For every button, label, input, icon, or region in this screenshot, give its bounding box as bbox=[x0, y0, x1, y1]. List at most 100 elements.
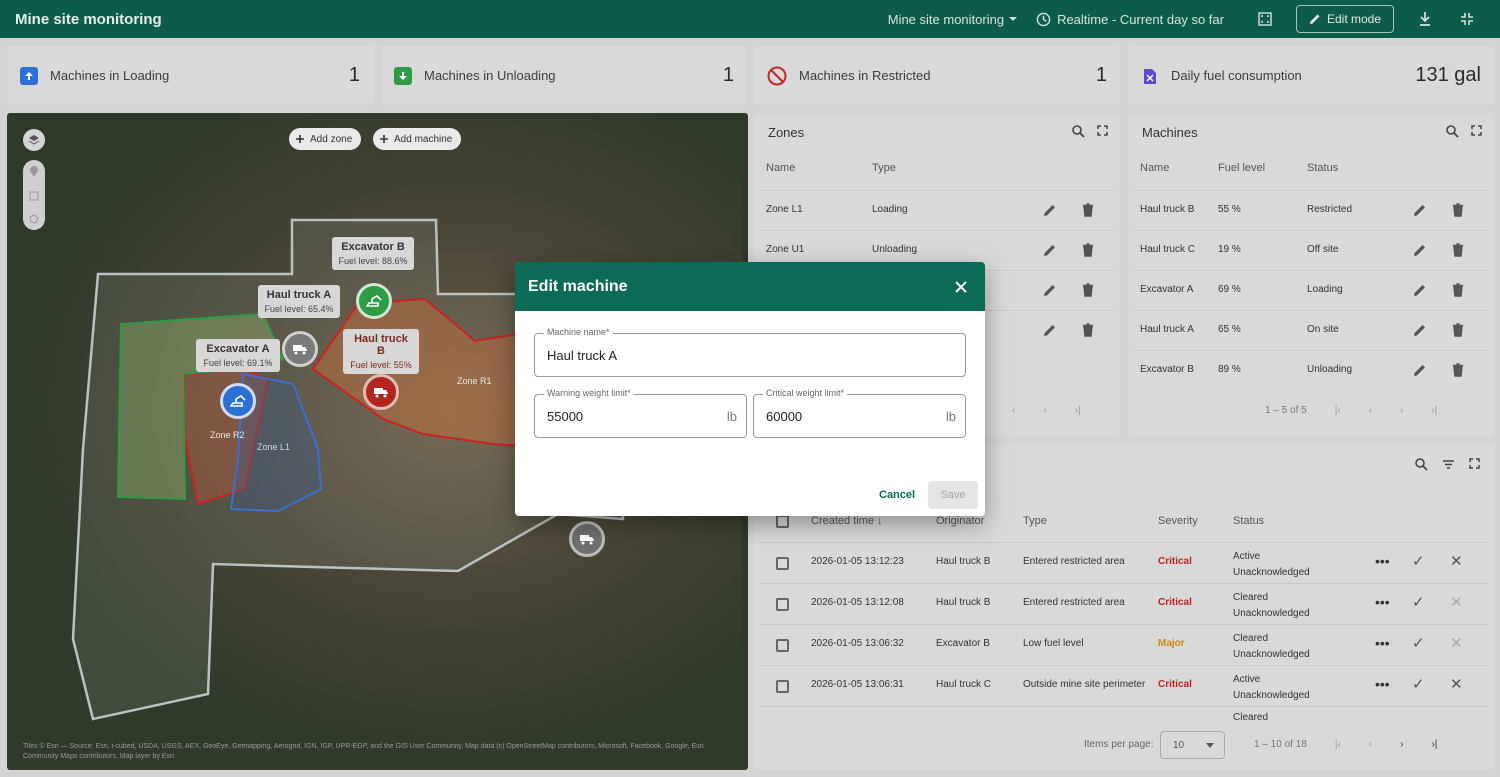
column-header[interactable]: Type bbox=[1023, 515, 1047, 527]
more-icon[interactable]: ••• bbox=[1375, 553, 1390, 569]
row-checkbox[interactable] bbox=[776, 598, 789, 611]
delete-icon[interactable] bbox=[1451, 243, 1465, 257]
edit-icon[interactable] bbox=[1413, 323, 1427, 337]
last-page-icon[interactable]: ›| bbox=[1075, 405, 1081, 416]
polygon-icon[interactable] bbox=[29, 214, 39, 224]
rectangle-icon[interactable] bbox=[29, 191, 39, 201]
download-button[interactable] bbox=[1410, 4, 1440, 34]
close-icon[interactable]: ✕ bbox=[1450, 552, 1463, 570]
warning-weight-field[interactable]: Warning weight limit* 55000 lb bbox=[534, 388, 747, 438]
alarm-row[interactable]: 2026-01-05 13:12:08 Haul truck B Entered… bbox=[760, 583, 1488, 624]
check-icon[interactable]: ✓ bbox=[1412, 634, 1425, 652]
table-row[interactable]: Excavator B 89 % Unloading bbox=[1134, 350, 1488, 390]
edit-icon[interactable] bbox=[1043, 323, 1057, 337]
select-all-checkbox[interactable] bbox=[776, 515, 789, 528]
alarm-row[interactable]: 2026-01-05 13:06:31 Haul truck C Outside… bbox=[760, 665, 1488, 706]
critical-weight-field[interactable]: Critical weight limit* 60000 lb bbox=[753, 388, 966, 438]
delete-icon[interactable] bbox=[1081, 203, 1095, 217]
delete-icon[interactable] bbox=[1451, 363, 1465, 377]
edit-icon[interactable] bbox=[1043, 243, 1057, 257]
fit-screen-icon bbox=[1258, 12, 1272, 26]
last-page-icon[interactable]: ›| bbox=[1431, 405, 1437, 416]
table-row[interactable]: Excavator A 69 % Loading bbox=[1134, 270, 1488, 310]
next-page-icon[interactable]: › bbox=[1043, 405, 1046, 416]
fullscreen-icon[interactable] bbox=[1471, 125, 1482, 136]
delete-icon[interactable] bbox=[1081, 243, 1095, 257]
next-page-icon[interactable]: › bbox=[1400, 739, 1403, 750]
search-icon[interactable] bbox=[1415, 458, 1428, 471]
close-button[interactable] bbox=[950, 276, 972, 298]
truck-pin[interactable] bbox=[569, 521, 605, 557]
check-icon[interactable]: ✓ bbox=[1412, 593, 1425, 611]
first-page-icon[interactable]: |‹ bbox=[1335, 739, 1341, 750]
search-icon[interactable] bbox=[1446, 125, 1459, 138]
column-header[interactable]: Status bbox=[1307, 162, 1338, 174]
alarm-row[interactable]: Cleared bbox=[760, 706, 1488, 726]
delete-icon[interactable] bbox=[1081, 323, 1095, 337]
column-header[interactable]: Status bbox=[1233, 515, 1264, 527]
fullscreen-exit-button[interactable] bbox=[1452, 4, 1482, 34]
column-header[interactable]: Name bbox=[766, 162, 795, 174]
truck-pin[interactable] bbox=[363, 374, 399, 410]
table-row[interactable]: Haul truck C 19 % Off site bbox=[1134, 230, 1488, 270]
delete-icon[interactable] bbox=[1451, 283, 1465, 297]
delete-icon[interactable] bbox=[1451, 323, 1465, 337]
row-checkbox[interactable] bbox=[776, 557, 789, 570]
table-row[interactable]: Haul truck A 65 % On site bbox=[1134, 310, 1488, 350]
time-window-button[interactable]: Realtime - Current day so far bbox=[1036, 12, 1224, 27]
add-zone-button[interactable]: Add zone bbox=[289, 128, 362, 150]
column-header[interactable]: Originator bbox=[936, 515, 984, 527]
items-per-page-select[interactable]: 10 bbox=[1160, 731, 1225, 759]
edit-icon[interactable] bbox=[1413, 363, 1427, 377]
delete-icon[interactable] bbox=[1081, 283, 1095, 297]
column-header[interactable]: Name bbox=[1140, 162, 1169, 174]
row-checkbox[interactable] bbox=[776, 639, 789, 652]
edit-mode-button[interactable]: Edit mode bbox=[1295, 5, 1394, 33]
truck-icon bbox=[374, 388, 388, 398]
filter-icon[interactable] bbox=[1442, 458, 1455, 471]
check-icon[interactable]: ✓ bbox=[1412, 552, 1425, 570]
column-header[interactable]: Type bbox=[872, 162, 896, 174]
prev-page-icon[interactable]: ‹ bbox=[1369, 739, 1372, 750]
delete-icon[interactable] bbox=[1451, 203, 1465, 217]
table-row[interactable]: Haul truck B 55 % Restricted bbox=[1134, 190, 1488, 230]
edit-icon[interactable] bbox=[1413, 243, 1427, 257]
column-header[interactable]: Fuel level bbox=[1218, 162, 1265, 174]
excavator-pin[interactable] bbox=[356, 283, 392, 319]
column-header[interactable]: Severity bbox=[1158, 515, 1198, 527]
edit-icon[interactable] bbox=[1043, 203, 1057, 217]
fullscreen-icon[interactable] bbox=[1469, 458, 1480, 469]
dashboard-select[interactable]: Mine site monitoring bbox=[888, 12, 1018, 27]
zones-tools bbox=[1072, 125, 1108, 138]
alarm-row[interactable]: 2026-01-05 13:06:32 Excavator B Low fuel… bbox=[760, 624, 1488, 665]
first-page-icon[interactable]: |‹ bbox=[1335, 405, 1341, 416]
search-icon[interactable] bbox=[1072, 125, 1085, 138]
edit-icon[interactable] bbox=[1413, 203, 1427, 217]
alarm-row[interactable]: 2026-01-05 13:12:23 Haul truck B Entered… bbox=[760, 542, 1488, 583]
more-icon[interactable]: ••• bbox=[1375, 594, 1390, 610]
check-icon[interactable]: ✓ bbox=[1412, 675, 1425, 693]
last-page-icon[interactable]: ›| bbox=[1431, 739, 1437, 750]
table-row[interactable]: Zone L1 Loading bbox=[760, 190, 1114, 230]
close-icon[interactable]: ✕ bbox=[1450, 675, 1463, 693]
truck-pin[interactable] bbox=[282, 331, 318, 367]
prev-page-icon[interactable]: ‹ bbox=[1369, 405, 1372, 416]
next-page-icon[interactable]: › bbox=[1400, 405, 1403, 416]
cancel-button[interactable]: Cancel bbox=[879, 489, 915, 501]
more-icon[interactable]: ••• bbox=[1375, 635, 1390, 651]
column-header[interactable]: Created time ↓ bbox=[811, 515, 883, 527]
block-icon bbox=[767, 66, 787, 85]
edit-icon[interactable] bbox=[1043, 283, 1057, 297]
fit-screen-button[interactable] bbox=[1250, 4, 1280, 34]
excavator-pin[interactable] bbox=[220, 383, 256, 419]
machine-name-field[interactable]: Machine name* Haul truck A bbox=[534, 327, 966, 377]
fullscreen-icon[interactable] bbox=[1097, 125, 1108, 136]
marker-icon[interactable] bbox=[29, 166, 39, 178]
edit-icon[interactable] bbox=[1413, 283, 1427, 297]
prev-page-icon[interactable]: ‹ bbox=[1012, 405, 1015, 416]
row-checkbox[interactable] bbox=[776, 680, 789, 693]
layers-button[interactable] bbox=[23, 129, 45, 151]
save-button[interactable]: Save bbox=[928, 481, 978, 509]
add-machine-button[interactable]: Add machine bbox=[373, 128, 462, 150]
more-icon[interactable]: ••• bbox=[1375, 676, 1390, 692]
